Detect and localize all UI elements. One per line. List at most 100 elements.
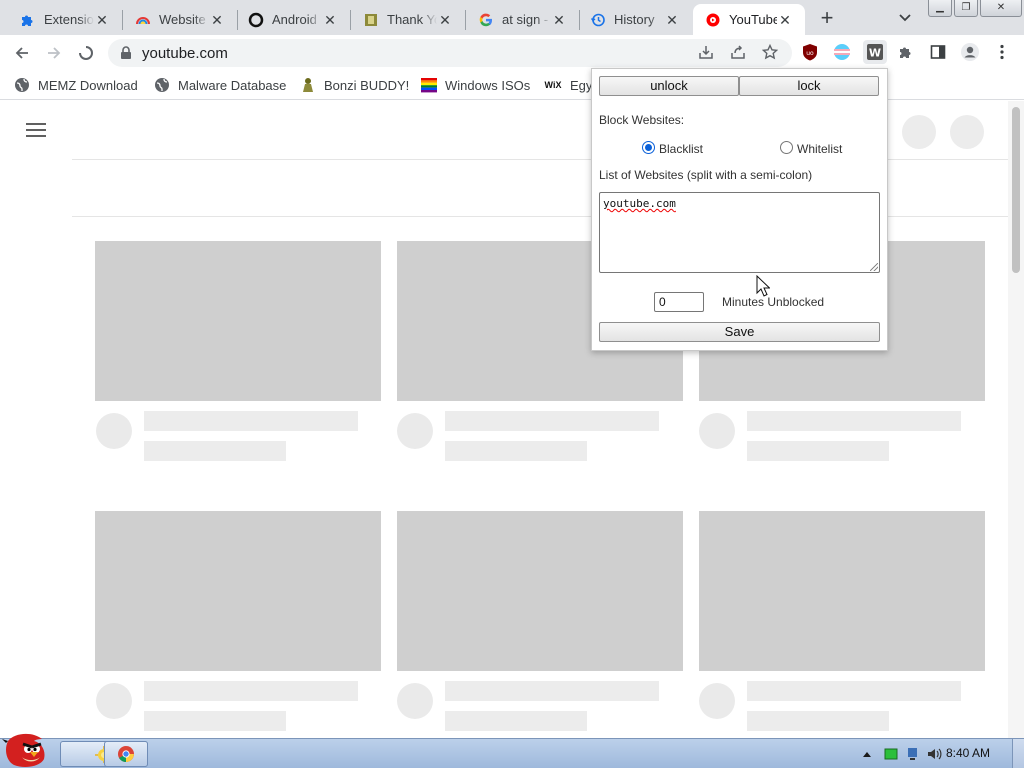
- lock-icon[interactable]: [120, 46, 132, 65]
- network-icon[interactable]: [906, 746, 920, 765]
- back-button[interactable]: [8, 39, 36, 67]
- bookmark-egy[interactable]: WiX Egy: [544, 75, 593, 95]
- tab-android[interactable]: Android ✕: [238, 4, 350, 35]
- whitelist-label[interactable]: Whitelist: [797, 142, 842, 156]
- website-list-label: List of Websites (split with a semi-colo…: [599, 168, 813, 182]
- tab-title: Website Blocker: [159, 12, 209, 27]
- address-bar[interactable]: youtube.com: [108, 39, 792, 67]
- tab-search-button[interactable]: [894, 8, 916, 28]
- new-tab-button[interactable]: +: [814, 6, 840, 32]
- website-blocker-extension-icon[interactable]: W: [863, 40, 887, 64]
- channel-avatar-placeholder: [699, 413, 735, 449]
- tab-history[interactable]: History ✕: [580, 4, 692, 35]
- ublock-icon[interactable]: uo: [799, 41, 821, 63]
- tab-website-blocker[interactable]: Website Blocker ✕: [123, 4, 237, 35]
- loading-spinner-icon: [79, 46, 93, 60]
- side-panel-icon[interactable]: [927, 41, 949, 63]
- close-icon[interactable]: ✕: [664, 12, 680, 28]
- tab-extensions[interactable]: Extensions ✕: [0, 4, 122, 35]
- taskbar-chrome-button[interactable]: [104, 741, 148, 767]
- minimize-button[interactable]: ▁: [928, 0, 952, 17]
- bookmark-label: MEMZ Download: [38, 77, 138, 93]
- window-close-button[interactable]: ✕: [980, 0, 1022, 17]
- channel-avatar-placeholder: [397, 683, 433, 719]
- youtube-icon: [705, 12, 721, 28]
- extensions-puzzle-icon[interactable]: [895, 41, 917, 63]
- toolbar: youtube.com uo W: [0, 35, 1024, 70]
- tray-expand-icon[interactable]: [862, 747, 872, 761]
- puzzle-icon: [20, 12, 36, 28]
- close-icon[interactable]: ✕: [94, 12, 110, 28]
- tab-strip: Extensions ✕ Website Blocker ✕ Android ✕…: [0, 0, 1024, 35]
- tab-youtube[interactable]: YouTube ✕: [693, 4, 805, 35]
- tab-google-search[interactable]: at sign - Google Search ✕: [466, 4, 579, 35]
- bonzi-icon: [300, 77, 316, 93]
- meta-placeholder: [144, 711, 286, 731]
- blacklist-label[interactable]: Blacklist: [659, 142, 703, 156]
- flag-extension-icon[interactable]: [831, 41, 853, 63]
- taskbar-clock[interactable]: 8:40 AM: [946, 746, 990, 760]
- kebab-menu-icon[interactable]: [991, 41, 1013, 63]
- whitelist-radio[interactable]: [780, 141, 793, 154]
- bookmark-label: Bonzi BUDDY!: [324, 77, 410, 93]
- placeholder-circle: [902, 115, 936, 149]
- meta-placeholder: [144, 441, 286, 461]
- battery-icon[interactable]: [884, 747, 898, 764]
- resize-grip-icon[interactable]: [870, 263, 878, 271]
- meta-placeholder: [445, 711, 587, 731]
- channel-avatar-placeholder: [96, 413, 132, 449]
- close-icon[interactable]: ✕: [777, 12, 793, 28]
- start-button-angry-bird-icon[interactable]: [2, 731, 52, 768]
- close-icon[interactable]: ✕: [551, 12, 567, 28]
- blacklist-radio[interactable]: [642, 141, 655, 154]
- website-list-value: youtube.com: [603, 197, 676, 210]
- title-placeholder: [445, 681, 659, 701]
- close-icon[interactable]: ✕: [209, 12, 225, 28]
- meta-placeholder: [747, 441, 889, 461]
- lock-button[interactable]: lock: [739, 76, 879, 96]
- bookmark-label: Egy: [570, 77, 593, 93]
- tab-title: History: [614, 12, 655, 27]
- arrow-right-icon: [48, 47, 61, 59]
- forward-button[interactable]: [40, 39, 68, 67]
- title-placeholder: [747, 411, 961, 431]
- bookmark-bonzi-buddy[interactable]: Bonzi BUDDY!: [300, 75, 409, 95]
- address-text[interactable]: youtube.com: [142, 45, 228, 62]
- stop-button[interactable]: [72, 39, 100, 67]
- website-list-textarea[interactable]: youtube.com: [599, 192, 880, 273]
- close-icon[interactable]: ✕: [322, 12, 338, 28]
- channel-avatar-placeholder: [397, 413, 433, 449]
- bookmark-windows-isos[interactable]: Windows ISOs: [421, 75, 530, 95]
- save-button[interactable]: Save: [599, 322, 880, 342]
- close-icon[interactable]: ✕: [437, 12, 453, 28]
- tab-title: Thank You: [387, 12, 437, 27]
- volume-icon[interactable]: [926, 746, 942, 765]
- tab-thank-you[interactable]: Thank You ✕: [351, 4, 465, 35]
- bookmark-memz[interactable]: MEMZ Download: [14, 75, 138, 95]
- maximize-button[interactable]: ❐: [954, 0, 978, 17]
- wix-icon: WiX: [544, 80, 562, 90]
- google-icon: [478, 12, 494, 28]
- page-scrollbar[interactable]: [1008, 101, 1024, 738]
- svg-text:uo: uo: [806, 50, 814, 57]
- channel-avatar-placeholder: [96, 683, 132, 719]
- profile-avatar-icon[interactable]: [959, 41, 981, 63]
- meta-placeholder: [445, 441, 587, 461]
- bonzi-icon: [363, 12, 379, 28]
- unlock-button[interactable]: unlock: [599, 76, 739, 96]
- install-icon[interactable]: [696, 44, 716, 62]
- bookmark-malware-database[interactable]: Malware Database: [154, 75, 286, 95]
- minutes-unblocked-input[interactable]: 0: [654, 292, 704, 312]
- placeholder-circle: [950, 115, 984, 149]
- show-desktop-button[interactable]: [1012, 739, 1024, 768]
- share-icon[interactable]: [728, 44, 748, 62]
- tab-title: YouTube: [729, 12, 777, 27]
- svg-text:W: W: [869, 47, 881, 60]
- website-blocker-popup: unlock lock Block Websites: Blacklist Wh…: [591, 68, 888, 351]
- bookmark-star-icon[interactable]: [760, 43, 780, 62]
- meta-placeholder: [747, 711, 889, 731]
- hamburger-menu-icon[interactable]: [26, 123, 46, 137]
- globe-icon: [154, 77, 170, 93]
- video-thumbnail-placeholder: [699, 511, 985, 671]
- scrollbar-thumb[interactable]: [1012, 107, 1020, 273]
